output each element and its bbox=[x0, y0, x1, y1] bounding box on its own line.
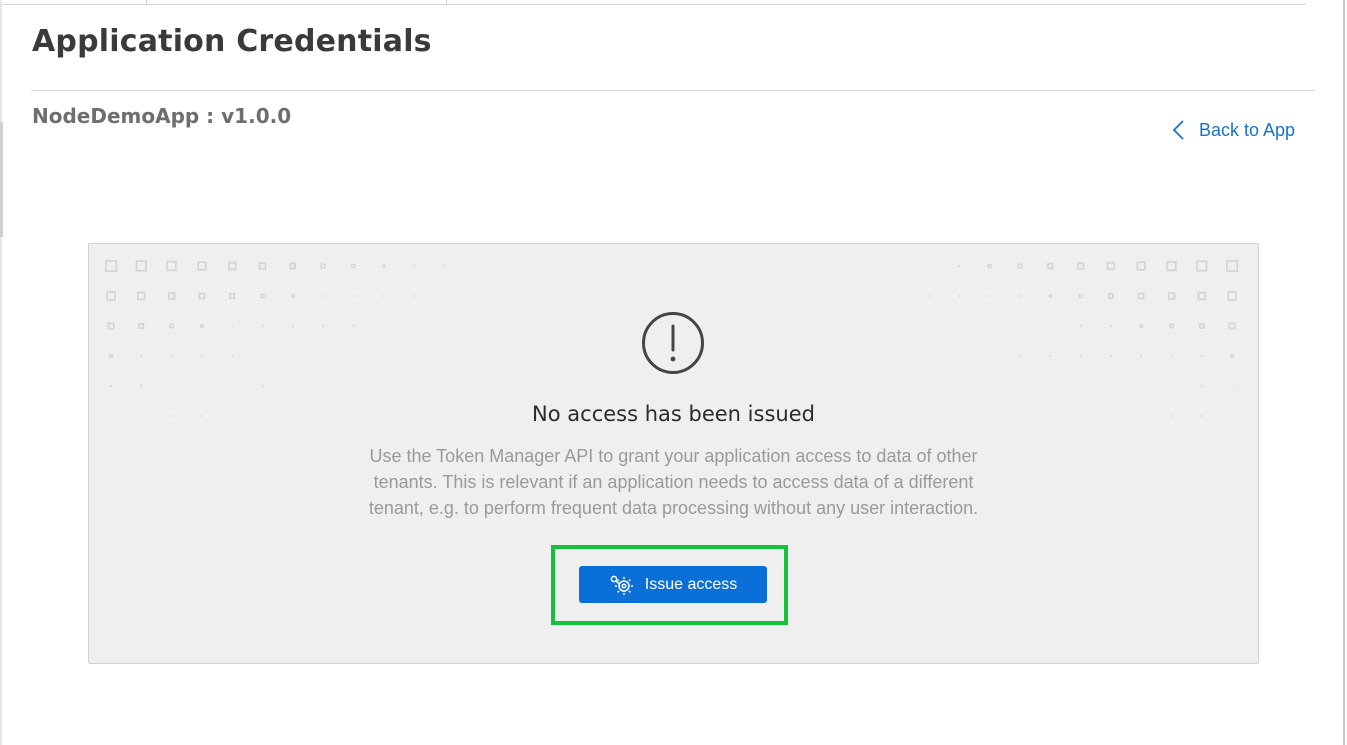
exclamation-circle-icon bbox=[642, 312, 704, 374]
right-scrollbar[interactable] bbox=[1343, 0, 1345, 745]
chevron-left-icon bbox=[1172, 120, 1184, 140]
empty-state-heading: No access has been issued bbox=[532, 402, 815, 426]
back-to-app-link[interactable]: Back to App bbox=[1172, 117, 1295, 143]
app-name-version: NodeDemoApp : v1.0.0 bbox=[32, 104, 292, 128]
issue-access-label: Issue access bbox=[644, 575, 738, 593]
empty-state-panel: No access has been issued Use the Token … bbox=[88, 243, 1259, 664]
tab-divider bbox=[146, 0, 147, 4]
left-rail bbox=[0, 0, 2, 745]
back-to-app-label: Back to App bbox=[1199, 119, 1296, 140]
page-title: Application Credentials bbox=[32, 24, 432, 59]
empty-state-description: Use the Token Manager API to grant your … bbox=[368, 446, 979, 518]
top-tab-strip bbox=[0, 0, 1306, 5]
key-gear-icon bbox=[609, 573, 635, 597]
tab-divider bbox=[446, 0, 447, 4]
title-divider bbox=[31, 90, 1315, 91]
left-rail-scroll-mark bbox=[0, 122, 3, 237]
issue-access-button[interactable]: Issue access bbox=[579, 566, 767, 603]
